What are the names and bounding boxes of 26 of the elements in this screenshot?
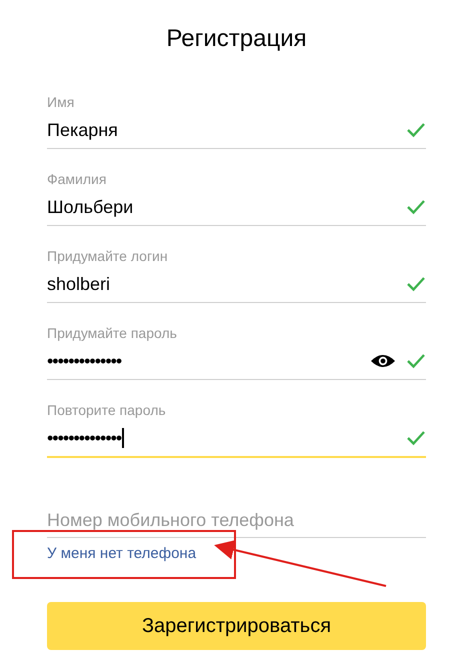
field-value: ••••••••••••••: [47, 427, 122, 450]
field-value: ••••••••••••••: [47, 350, 122, 373]
phone-field[interactable]: Номер мобильного телефона: [47, 504, 426, 538]
field-label: Придумайте логин: [47, 248, 169, 264]
form-field[interactable]: Придумайте пароль ••••••••••••••: [47, 325, 426, 380]
check-icon: [406, 199, 426, 215]
check-icon: [406, 276, 426, 292]
field-value: Шольбери: [47, 196, 134, 219]
field-label: Повторите пароль: [47, 402, 167, 418]
eye-icon[interactable]: [370, 353, 396, 369]
field-label: Имя: [47, 94, 76, 110]
check-icon: [406, 122, 426, 138]
text-cursor: [122, 428, 124, 448]
check-icon: [406, 353, 426, 369]
field-label: Фамилия: [47, 171, 108, 187]
no-phone-link[interactable]: У меня нет телефона: [47, 544, 196, 564]
form-field[interactable]: Фамилия Шольбери: [47, 171, 426, 226]
register-button[interactable]: Зарегистрироваться: [47, 602, 426, 650]
field-value: Пекарня: [47, 119, 118, 142]
form-field[interactable]: Имя Пекарня: [47, 94, 426, 149]
form-field[interactable]: Придумайте логин sholberi: [47, 248, 426, 303]
check-icon: [406, 430, 426, 446]
field-value: sholberi: [47, 273, 110, 296]
page-title: Регистрация: [166, 24, 307, 54]
form-field[interactable]: Повторите пароль ••••••••••••••: [47, 402, 426, 458]
field-label: Придумайте пароль: [47, 325, 178, 341]
